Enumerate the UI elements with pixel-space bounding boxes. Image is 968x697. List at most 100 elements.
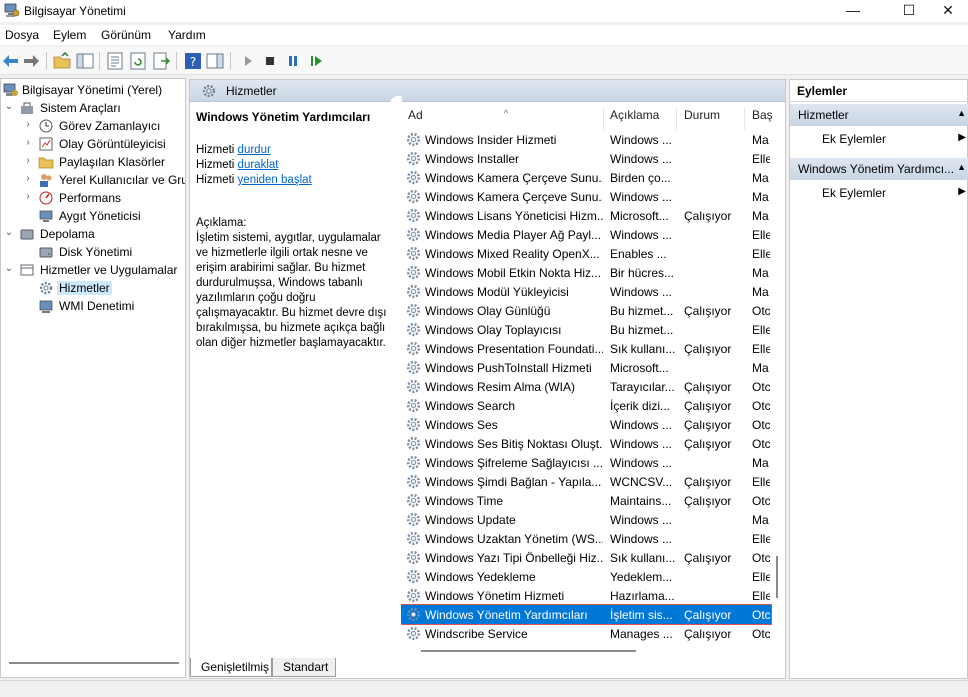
- chevron-right-icon[interactable]: ›: [22, 173, 34, 185]
- table-row[interactable]: Windows Installer Windows ... Elle: [401, 149, 771, 168]
- list-vertical-scrollbar[interactable]: [776, 556, 778, 598]
- table-row[interactable]: Windows Uzaktan Yönetim (WS... Windows ..…: [401, 529, 771, 548]
- table-row[interactable]: Windscribe Service Manages ... Çalışıyor Ot…: [401, 624, 771, 643]
- column-header-startup[interactable]: Baş: [744, 108, 774, 130]
- collapse-up-icon[interactable]: ▲: [957, 108, 966, 118]
- restart-service-link[interactable]: yeniden başlat: [238, 174, 312, 186]
- table-row[interactable]: Windows Kamera Çerçeve Sunu... Birden ço.…: [401, 168, 771, 187]
- table-row[interactable]: Windows Kamera Çerçeve Sunu... Windows ..…: [401, 187, 771, 206]
- tree-item[interactable]: › Performans: [22, 189, 185, 207]
- table-row[interactable]: Windows Lisans Yöneticisi Hizm... Microso…: [401, 206, 771, 225]
- table-row[interactable]: Windows Yönetim Hizmeti Hazırlama... Elle: [401, 586, 771, 605]
- actions-section-services[interactable]: Hizmetler ▲: [790, 104, 968, 126]
- tree-item[interactable]: Aygıt Yöneticisi: [22, 207, 185, 225]
- tree-root[interactable]: Bilgisayar Yönetimi (Yerel): [3, 81, 185, 99]
- export-list-icon[interactable]: [152, 52, 170, 70]
- table-row[interactable]: Windows Olay Günlüğü Bu hizmet... Çalışıyo…: [401, 301, 771, 320]
- table-row[interactable]: Windows Mixed Reality OpenX... Enables ..…: [401, 244, 771, 263]
- service-status: Çalışıyor: [684, 399, 732, 413]
- tree-item[interactable]: ⌄ Hizmetler ve Uygulamalar: [3, 261, 185, 279]
- stop-service-link[interactable]: durdur: [238, 144, 271, 156]
- column-header-status[interactable]: Durum: [676, 108, 744, 130]
- table-row[interactable]: Windows Insider Hizmeti Windows ... Ma: [401, 130, 771, 149]
- chevron-right-icon[interactable]: ›: [22, 155, 34, 167]
- service-name: Windows Yönetim Yardımcıları: [425, 608, 588, 622]
- restart-service-icon[interactable]: [307, 52, 325, 70]
- tree-item[interactable]: ⌄ Sistem Araçları: [3, 99, 185, 117]
- service-gear-icon: [406, 493, 421, 508]
- table-row[interactable]: Windows Olay Toplayıcısı Bu hizmet... Elle: [401, 320, 771, 339]
- tree-item[interactable]: Hizmetler: [22, 279, 185, 297]
- chevron-right-icon[interactable]: ›: [22, 119, 34, 131]
- chevron-down-icon[interactable]: ⌄: [3, 263, 15, 275]
- tree-item[interactable]: › Olay Görüntüleyicisi: [22, 135, 185, 153]
- table-row[interactable]: Windows PushToInstall Hizmeti Microsoft..…: [401, 358, 771, 377]
- maximize-button[interactable]: ☐: [886, 0, 932, 22]
- tab-extended[interactable]: Genişletilmiş: [190, 658, 272, 677]
- table-row[interactable]: Windows Modül Yükleyicisi Windows ... Ma: [401, 282, 771, 301]
- menu-view[interactable]: Görünüm: [101, 28, 151, 42]
- table-row[interactable]: Windows Time Maintains... Çalışıyor Otc: [401, 491, 771, 510]
- tree-item[interactable]: › Paylaşılan Klasörler: [22, 153, 185, 171]
- table-row[interactable]: Windows Presentation Foundati... Sık kull…: [401, 339, 771, 358]
- menu-file[interactable]: Dosya: [5, 28, 39, 42]
- tree-item[interactable]: ⌄ Depolama: [3, 225, 185, 243]
- pause-service-link[interactable]: duraklat: [238, 159, 279, 171]
- list-horizontal-scrollbar[interactable]: [421, 650, 636, 652]
- more-actions-item[interactable]: Ek Eylemler ▶: [790, 182, 968, 202]
- column-header-description[interactable]: Açıklama: [603, 108, 676, 130]
- up-folder-icon[interactable]: [53, 52, 71, 70]
- service-gear-icon: [406, 512, 421, 527]
- collapse-up-icon[interactable]: ▲: [957, 162, 966, 172]
- service-startup-type: Elle: [752, 323, 770, 337]
- table-row[interactable]: Windows Update Windows ... Ma: [401, 510, 771, 529]
- stop-service-icon[interactable]: [261, 52, 279, 70]
- menu-action[interactable]: Eylem: [53, 28, 86, 42]
- table-row[interactable]: Windows Media Player Ağ Payl... Windows .…: [401, 225, 771, 244]
- show-hide-tree-icon[interactable]: [76, 52, 94, 70]
- tree-item[interactable]: Disk Yönetimi: [22, 243, 185, 261]
- pause-service-icon[interactable]: [284, 52, 302, 70]
- tab-standard[interactable]: Standart: [272, 658, 336, 677]
- tree-item[interactable]: › Görev Zamanlayıcı: [22, 117, 185, 135]
- forward-icon[interactable]: [22, 52, 40, 70]
- help-icon[interactable]: ?: [184, 52, 202, 70]
- service-gear-icon: [406, 607, 421, 622]
- table-row[interactable]: Windows Şimdi Bağlan - Yapıla... WCNCSV..…: [401, 472, 771, 491]
- table-row[interactable]: Windows Şifreleme Sağlayıcısı ... Windows…: [401, 453, 771, 472]
- tree-item[interactable]: › Yerel Kullanıcılar ve Gru: [22, 171, 185, 189]
- table-row[interactable]: Windows Search İçerik dizi... Çalışıyor Otc: [401, 396, 771, 415]
- chevron-right-icon[interactable]: ›: [22, 137, 34, 149]
- minimize-button[interactable]: —: [830, 0, 876, 22]
- table-row-selected[interactable]: Windows Yönetim Yardımcıları İşletim sis.…: [401, 604, 772, 625]
- actions-section-selected-service[interactable]: Windows Yönetim Yardımcı... ▲: [790, 158, 968, 180]
- tree-horizontal-scrollbar[interactable]: [9, 662, 179, 664]
- control-prefix: Hizmeti: [196, 159, 235, 171]
- service-status: Çalışıyor: [684, 608, 732, 622]
- submenu-arrow-icon: ▶: [958, 132, 966, 143]
- table-row[interactable]: Windows Ses Bitiş Noktası Oluşt... Window…: [401, 434, 771, 453]
- table-row[interactable]: Windows Yedekleme Yedeklem... Elle: [401, 567, 771, 586]
- tree-item[interactable]: WMI Denetimi: [22, 297, 185, 315]
- control-prefix: Hizmeti: [196, 144, 235, 156]
- more-actions-item[interactable]: Ek Eylemler ▶: [790, 128, 968, 148]
- close-button[interactable]: ✕: [928, 0, 968, 22]
- service-description: Hazırlama...: [610, 589, 675, 603]
- column-header-name[interactable]: Ad ^: [408, 108, 598, 130]
- table-row[interactable]: Windows Mobil Etkin Nokta Hiz... Bir hücr…: [401, 263, 771, 282]
- table-row[interactable]: Windows Ses Windows ... Çalışıyor Otc: [401, 415, 771, 434]
- chevron-right-icon[interactable]: ›: [22, 191, 34, 203]
- show-hide-action-pane-icon[interactable]: [206, 52, 224, 70]
- properties-icon[interactable]: [106, 52, 124, 70]
- refresh-icon[interactable]: [129, 52, 147, 70]
- start-service-icon[interactable]: [239, 52, 257, 70]
- service-gear-icon: [406, 588, 421, 603]
- menu-help[interactable]: Yardım: [168, 28, 206, 42]
- chevron-down-icon[interactable]: ⌄: [3, 101, 15, 113]
- back-icon[interactable]: [2, 52, 20, 70]
- service-status: Çalışıyor: [684, 475, 732, 489]
- chevron-down-icon[interactable]: ⌄: [3, 227, 15, 239]
- table-row[interactable]: Windows Resim Alma (WIA) Tarayıcılar... Ça…: [401, 377, 771, 396]
- table-row[interactable]: Windows Yazı Tipi Önbelleği Hiz... Sık ku…: [401, 548, 771, 567]
